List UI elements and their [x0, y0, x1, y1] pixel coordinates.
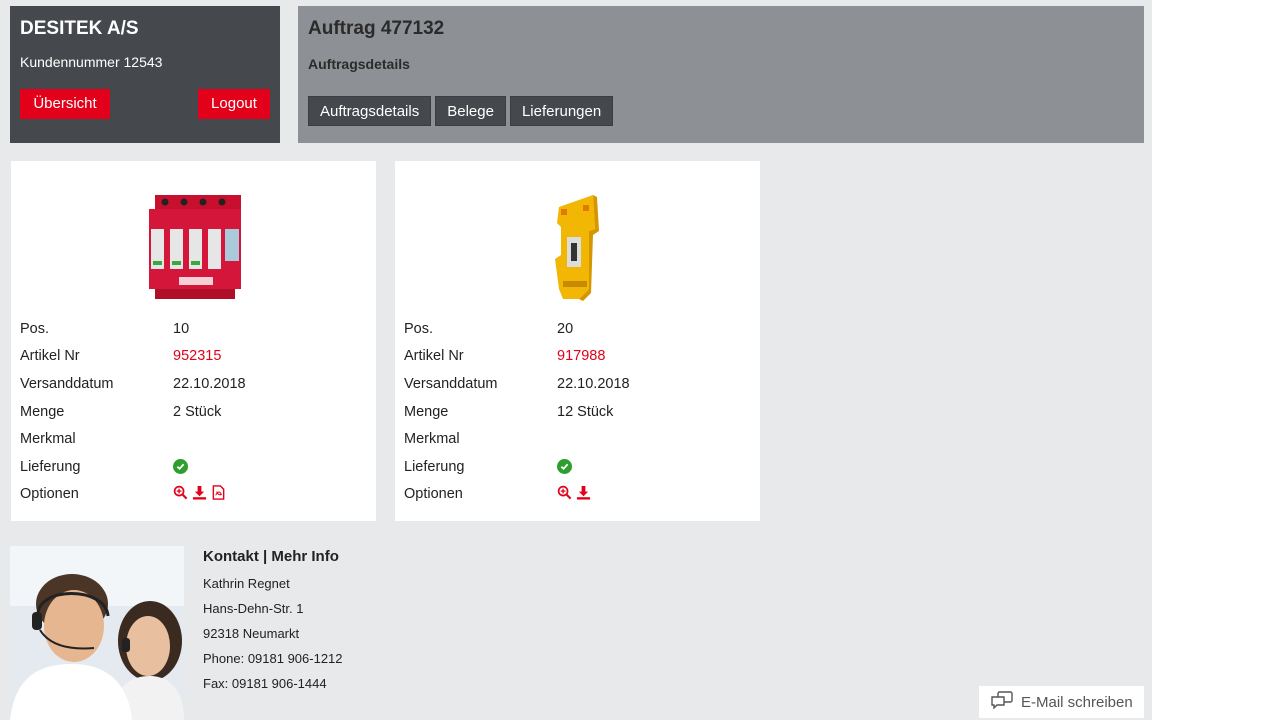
row-delivery: Lieferung	[20, 453, 360, 481]
pos-value: 20	[557, 320, 574, 337]
contact-city: 92318 Neumarkt	[203, 626, 300, 641]
zoom-icon[interactable]	[557, 485, 572, 504]
article-link[interactable]: 952315	[173, 348, 221, 364]
feature-label: Merkmal	[20, 431, 76, 448]
tab-deliveries[interactable]: Lieferungen	[509, 96, 614, 126]
customer-panel: DESITEK A/S Kundennummer 12543 Übersicht…	[10, 6, 280, 143]
row-article: Artikel Nr 917988	[404, 343, 744, 371]
contact-name: Kathrin Regnet	[203, 576, 290, 591]
contact-fax: Fax: 09181 906-1444	[203, 676, 327, 691]
ship-date-label: Versanddatum	[404, 375, 498, 392]
email-button-label: E-Mail schreiben	[1021, 693, 1133, 711]
option-icons	[173, 485, 226, 504]
row-options: Optionen	[20, 481, 360, 509]
ship-date-label: Versanddatum	[20, 375, 114, 392]
article-label: Artikel Nr	[20, 348, 80, 365]
contact-street: Hans-Dehn-Str. 1	[203, 601, 304, 616]
order-subtitle: Auftragsdetails	[308, 56, 410, 72]
check-circle-icon	[557, 459, 572, 475]
quantity-label: Menge	[20, 403, 65, 420]
order-title: Auftrag 477132	[308, 18, 445, 39]
chat-icon	[991, 691, 1013, 713]
row-ship-date: Versanddatum 22.10.2018	[404, 370, 744, 398]
contact-info: Kontakt | Mehr Info Kathrin Regnet Hans-…	[203, 548, 343, 696]
pos-label: Pos.	[20, 320, 50, 337]
customer-number: Kundennummer 12543	[20, 54, 163, 70]
company-name: DESITEK A/S	[20, 18, 139, 39]
pos-label: Pos.	[404, 320, 434, 337]
pos-value: 10	[173, 320, 190, 337]
quantity-label: Menge	[404, 403, 449, 420]
order-item-card: Pos. 10 Artikel Nr 952315 Versanddatum 22.1…	[11, 161, 376, 521]
product-image	[395, 189, 760, 309]
tab-documents[interactable]: Belege	[435, 96, 506, 126]
row-pos: Pos. 10	[20, 315, 360, 343]
zoom-icon[interactable]	[173, 485, 188, 504]
item-details: Pos. 20 Artikel Nr 917988 Versanddatum 22.1…	[404, 315, 744, 508]
row-delivery: Lieferung	[404, 453, 744, 481]
quantity-value: 12 Stück	[557, 403, 614, 420]
quantity-value: 2 Stück	[173, 403, 222, 420]
contact-title: Kontakt | Mehr Info	[203, 548, 339, 565]
article-label: Artikel Nr	[404, 348, 464, 365]
delivery-label: Lieferung	[20, 458, 81, 475]
option-icons	[557, 485, 591, 504]
contact-photo	[10, 546, 184, 720]
article-link[interactable]: 917988	[557, 348, 605, 364]
row-feature: Merkmal	[20, 425, 360, 453]
order-item-card: Pos. 20 Artikel Nr 917988 Versanddatum 22.1…	[395, 161, 760, 521]
tab-order-details[interactable]: Auftragsdetails	[308, 96, 432, 126]
options-label: Optionen	[20, 486, 79, 503]
email-button[interactable]: E-Mail schreiben	[979, 686, 1144, 718]
check-circle-icon	[173, 459, 188, 475]
ship-date-value: 22.10.2018	[173, 375, 246, 392]
delivery-label: Lieferung	[404, 458, 465, 475]
download-icon[interactable]	[192, 485, 207, 504]
app-container: DESITEK A/S Kundennummer 12543 Übersicht…	[0, 0, 1152, 720]
options-label: Optionen	[404, 486, 463, 503]
ship-date-value: 22.10.2018	[557, 375, 630, 392]
feature-label: Merkmal	[404, 431, 460, 448]
row-quantity: Menge 12 Stück	[404, 398, 744, 426]
product-image	[11, 189, 376, 309]
item-details: Pos. 10 Artikel Nr 952315 Versanddatum 22.1…	[20, 315, 360, 508]
pdf-icon[interactable]	[211, 485, 226, 504]
row-article: Artikel Nr 952315	[20, 343, 360, 371]
contact-phone: Phone: 09181 906-1212	[203, 651, 343, 666]
row-pos: Pos. 20	[404, 315, 744, 343]
logout-button[interactable]: Logout	[198, 89, 270, 119]
order-tabs: Auftragsdetails Belege Lieferungen	[308, 96, 614, 126]
download-icon[interactable]	[576, 485, 591, 504]
row-quantity: Menge 2 Stück	[20, 398, 360, 426]
row-options: Optionen	[404, 481, 744, 509]
row-ship-date: Versanddatum 22.10.2018	[20, 370, 360, 398]
row-feature: Merkmal	[404, 425, 744, 453]
order-header: Auftrag 477132 Auftragsdetails Auftragsd…	[298, 6, 1144, 143]
overview-button[interactable]: Übersicht	[20, 89, 110, 119]
